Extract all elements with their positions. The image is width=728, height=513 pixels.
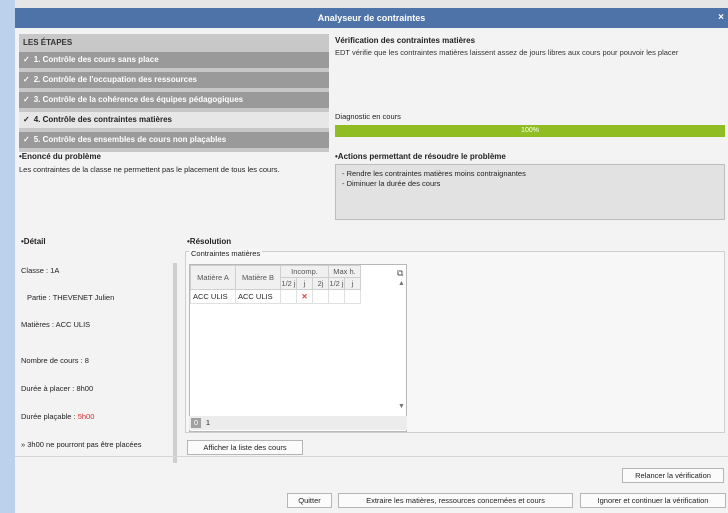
resolution-subtitle: Contraintes matières xyxy=(189,249,263,258)
detail-matieres: Matières : ACC ULIS xyxy=(21,320,91,329)
constraints-table: Matière A Matière B Incomp. Max h. 1/2 j… xyxy=(189,264,407,432)
problem-title: •Enoncé du problème xyxy=(19,152,101,161)
step-label: 5. Contrôle des ensembles de cours non p… xyxy=(33,135,227,144)
col-day: j xyxy=(296,277,313,290)
relaunch-button[interactable]: Relancer la vérification xyxy=(622,468,724,483)
col-two-days: 2j xyxy=(312,277,329,290)
quit-button[interactable]: Quitter xyxy=(287,493,332,508)
incompatible-mark-icon[interactable]: ✕ xyxy=(296,289,313,304)
divider xyxy=(15,456,728,457)
check-icon: ✓ xyxy=(23,75,30,84)
col-matiere-b[interactable]: Matière B xyxy=(235,265,281,290)
step-1[interactable]: ✓ 1. Contrôle des cours sans place xyxy=(19,52,329,68)
detail-partie: Partie : THEVENET Julien xyxy=(27,293,115,302)
progress-fill: 100% xyxy=(335,125,725,137)
steps-header: LES ÉTAPES xyxy=(23,38,73,47)
copy-icon[interactable]: ⧉ xyxy=(397,268,403,279)
step-5[interactable]: ✓ 5. Contrôle des ensembles de cours non … xyxy=(19,132,329,148)
step-3[interactable]: ✓ 3. Contrôle de la cohérence des équipes… xyxy=(19,92,329,108)
step-label: 1. Contrôle des cours sans place xyxy=(33,55,159,64)
check-icon: ✓ xyxy=(23,55,30,64)
placable-value: 5h00 xyxy=(77,412,95,421)
scroll-down-icon[interactable]: ▼ xyxy=(398,403,405,410)
table-paginator: 0 1 xyxy=(189,416,407,430)
steps-panel: LES ÉTAPES ✓ 1. Contrôle des cours sans p… xyxy=(19,34,329,152)
left-strip xyxy=(0,0,15,513)
verification-text: EDT vérifie que les contraintes matières… xyxy=(335,48,679,57)
step-label: 4. Contrôle des contraintes matières xyxy=(33,115,172,124)
actions-box: - Rendre les contraintes matières moins … xyxy=(335,164,725,220)
detail-scrollbar[interactable] xyxy=(173,263,177,463)
action-item: - Diminuer la durée des cours xyxy=(342,179,441,188)
detail-classe: Classe : 1A xyxy=(21,266,60,275)
page-0[interactable]: 0 xyxy=(191,418,201,428)
detail-title: •Détail xyxy=(21,237,46,246)
step-4[interactable]: ✓ 4. Contrôle des contraintes matières xyxy=(19,112,329,128)
window-title: Analyseur de contraintes xyxy=(317,13,426,23)
detail-warning: » 3h00 ne pourront pas être placées xyxy=(21,440,142,449)
problem-text: Les contraintes de la classe ne permette… xyxy=(19,165,280,174)
actions-title: •Actions permettant de résoudre le probl… xyxy=(335,152,506,161)
action-item: - Rendre les contraintes matières moins … xyxy=(342,169,526,178)
detail-duree-placer: Durée à placer : 8h00 xyxy=(21,384,94,393)
diagnostic-label: Diagnostic en cours xyxy=(335,112,401,121)
detail-duree-placable: Durée plaçable : 5h00 xyxy=(21,412,95,421)
analyzer-window: Analyseur de contraintes × LES ÉTAPES ✓ 1… xyxy=(0,0,728,513)
col-half-day: 1/2 j xyxy=(280,277,297,290)
ignore-continue-button[interactable]: Ignorer et continuer la vérification xyxy=(580,493,726,508)
cell-matiere-b[interactable]: ACC ULIS xyxy=(235,289,281,304)
show-courses-button[interactable]: Afficher la liste des cours xyxy=(187,440,303,455)
col-maxh[interactable]: Max h. xyxy=(328,265,361,278)
step-label: 3. Contrôle de la cohérence des équipes … xyxy=(33,95,244,104)
extract-button[interactable]: Extraire les matières, ressources concer… xyxy=(338,493,573,508)
table-row[interactable]: ACC ULIS ACC ULIS ✕ xyxy=(190,289,361,304)
close-icon[interactable]: × xyxy=(718,12,724,23)
check-icon: ✓ xyxy=(23,115,30,124)
title-bar: Analyseur de contraintes × xyxy=(15,8,728,28)
col-max-half-day: 1/2 j xyxy=(328,277,345,290)
step-2[interactable]: ✓ 2. Contrôle de l'occupation des ressour… xyxy=(19,72,329,88)
check-icon: ✓ xyxy=(23,135,30,144)
scroll-up-icon[interactable]: ▲ xyxy=(398,280,405,287)
cell-matiere-a[interactable]: ACC ULIS xyxy=(190,289,236,304)
col-matiere-a[interactable]: Matière A xyxy=(190,265,236,290)
page-1[interactable]: 1 xyxy=(203,418,213,428)
detail-nb-cours: Nombre de cours : 8 xyxy=(21,356,89,365)
step-label: 2. Contrôle de l'occupation des ressourc… xyxy=(33,75,197,84)
verification-title: Vérification des contraintes matières xyxy=(335,36,476,45)
content-area: LES ÉTAPES ✓ 1. Contrôle des cours sans p… xyxy=(15,28,728,513)
check-icon: ✓ xyxy=(23,95,30,104)
col-incomp[interactable]: Incomp. xyxy=(280,265,329,278)
col-max-day: j xyxy=(344,277,361,290)
progress-bar: 100% xyxy=(335,125,725,137)
resolution-title: •Résolution xyxy=(187,237,232,246)
